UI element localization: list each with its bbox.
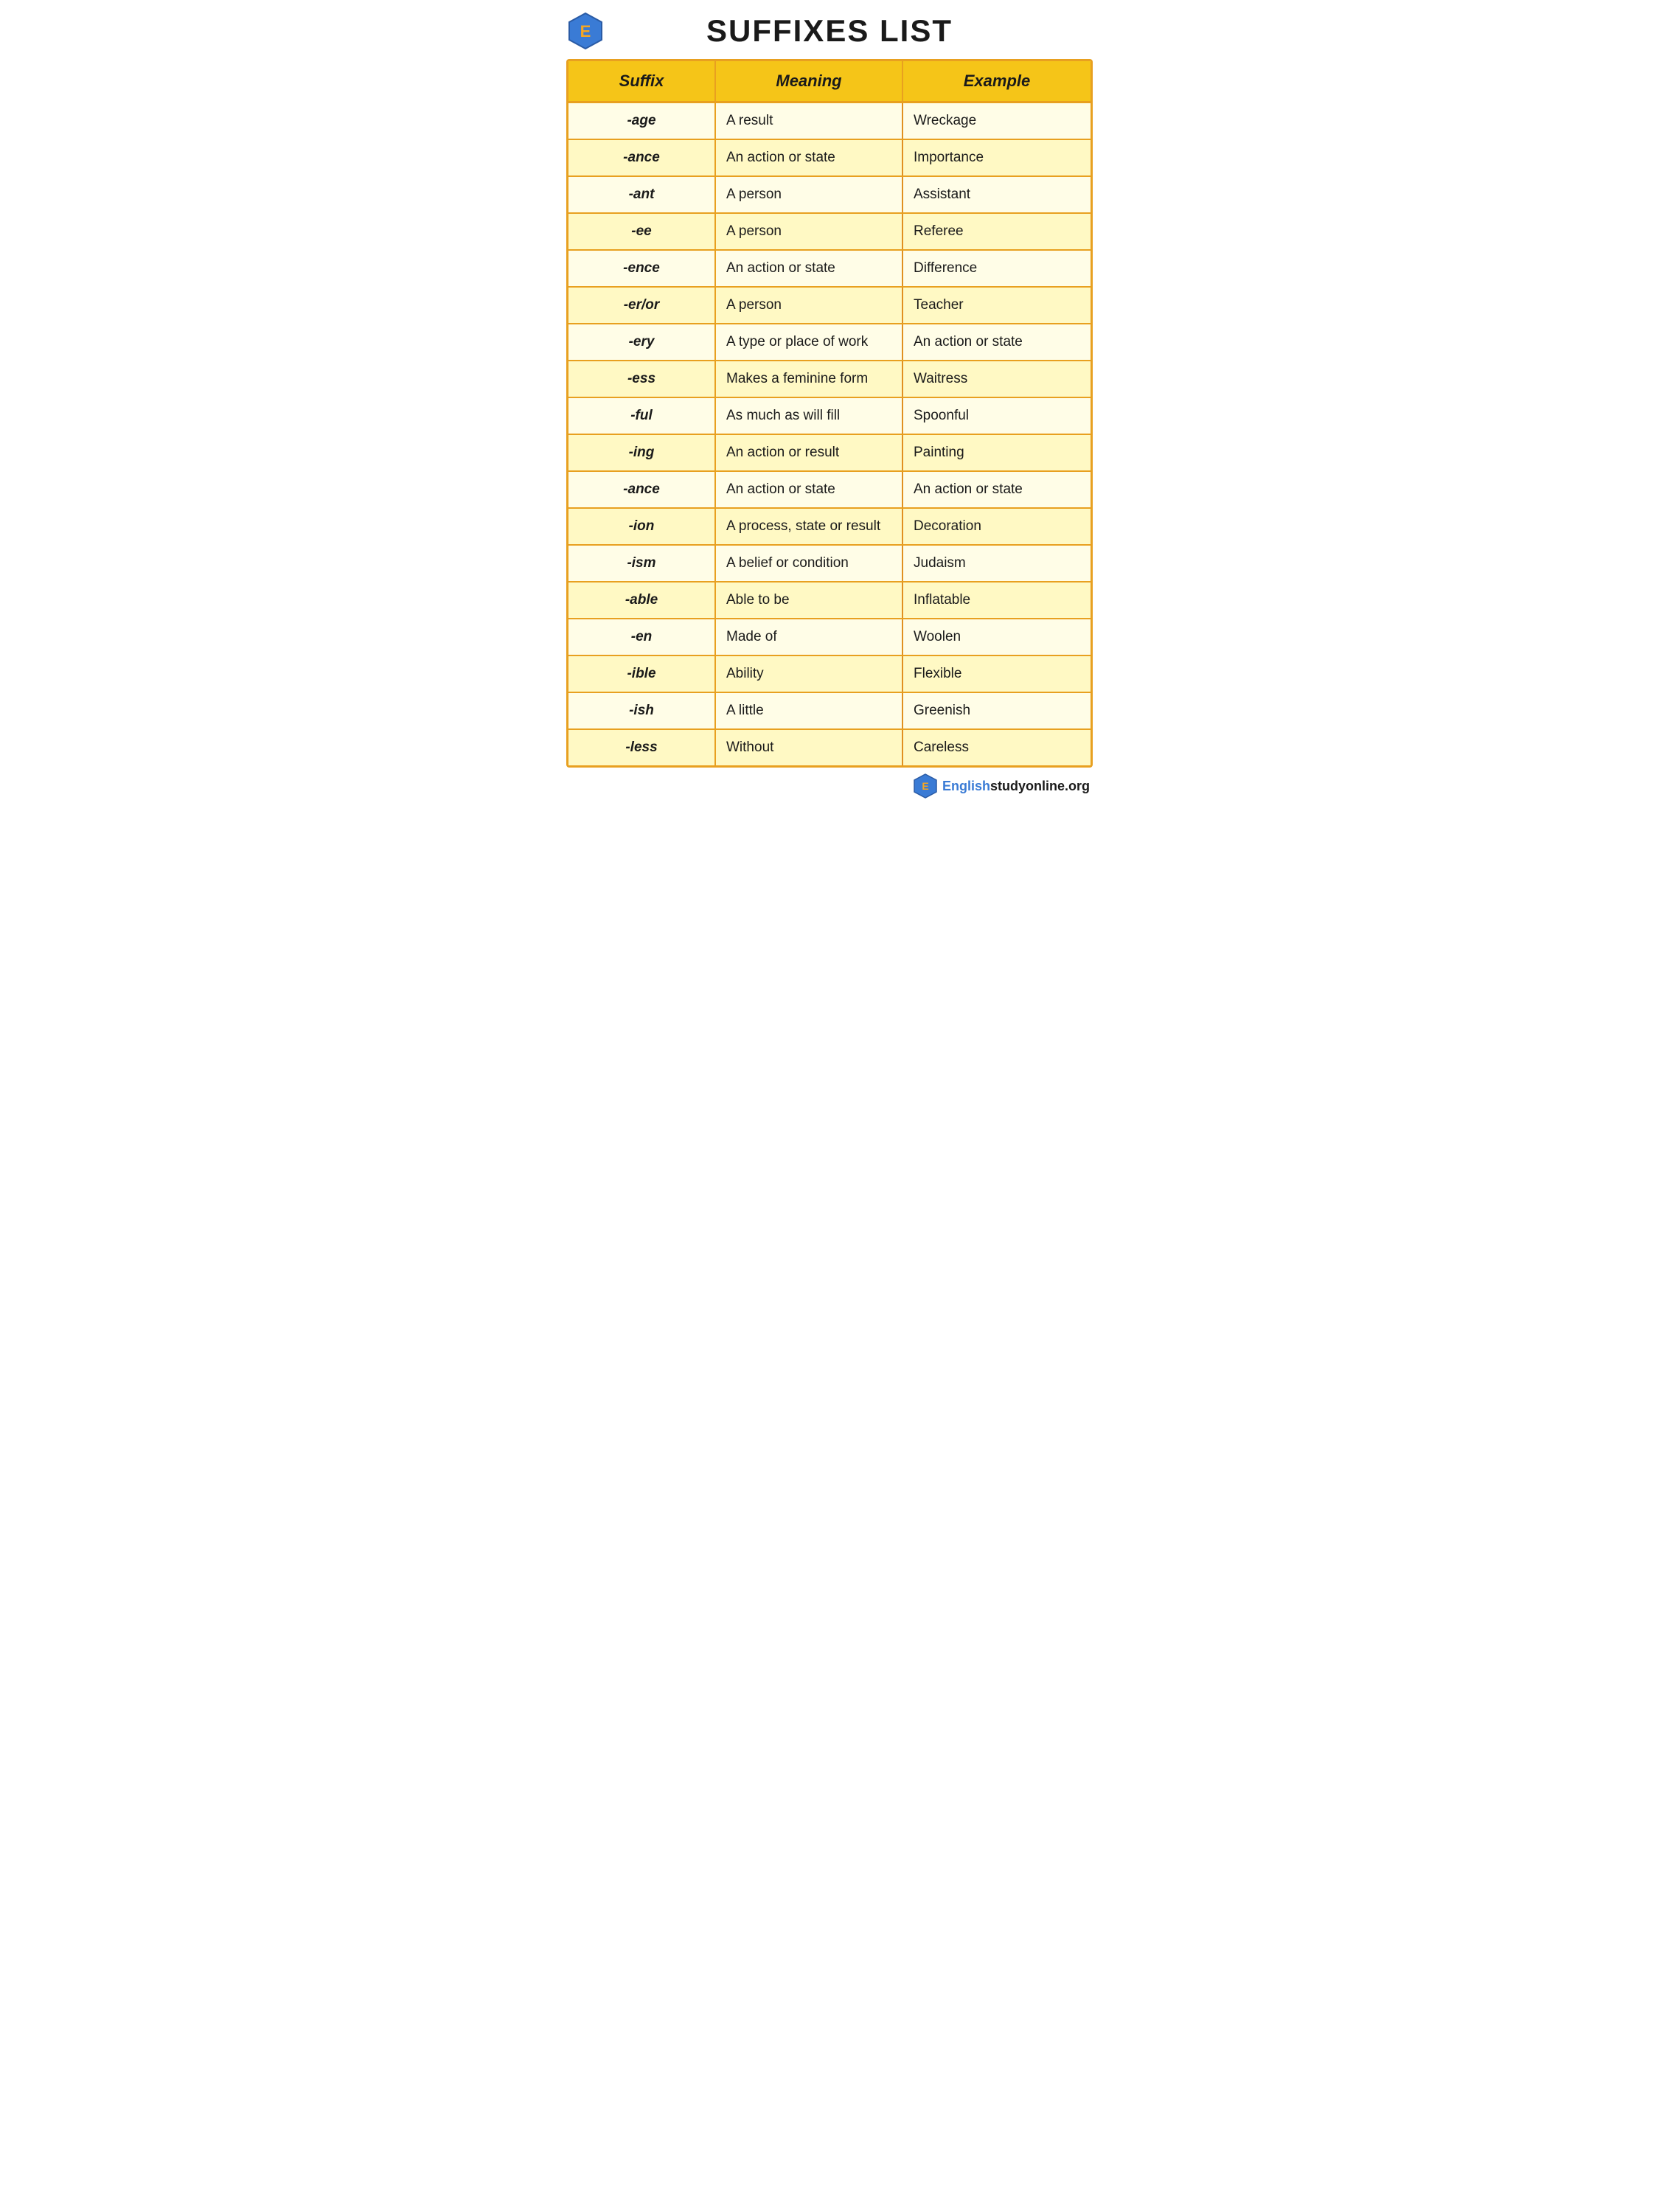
table-row: -ishA littleGreenish <box>568 693 1091 730</box>
footer-site-text: studyonline.org <box>990 779 1090 793</box>
table-row: -essMakes a feminine formWaitress <box>568 361 1091 398</box>
cell-example: Wreckage <box>903 103 1091 139</box>
cell-suffix: -ery <box>568 324 716 360</box>
cell-example: Waitress <box>903 361 1091 397</box>
suffixes-table: Suffix Meaning Example -ageA resultWreck… <box>566 59 1093 768</box>
table-row: -enceAn action or stateDifference <box>568 251 1091 288</box>
cell-suffix: -ence <box>568 251 716 286</box>
cell-example: Painting <box>903 435 1091 470</box>
cell-suffix: -less <box>568 730 716 765</box>
table-row: -fulAs much as will fillSpoonful <box>568 398 1091 435</box>
cell-meaning: A person <box>716 177 903 212</box>
cell-meaning: Without <box>716 730 903 765</box>
cell-example: Spoonful <box>903 398 1091 434</box>
cell-suffix: -ess <box>568 361 716 397</box>
table-row: -anceAn action or stateImportance <box>568 140 1091 177</box>
cell-meaning: An action or state <box>716 140 903 175</box>
table-body: -ageA resultWreckage-anceAn action or st… <box>568 103 1091 765</box>
cell-suffix: -able <box>568 582 716 618</box>
cell-example: Judaism <box>903 546 1091 581</box>
header-area: E SUFFIXES LIST <box>566 13 1093 49</box>
table-row: -enMade ofWoolen <box>568 619 1091 656</box>
cell-meaning: Able to be <box>716 582 903 618</box>
cell-meaning: An action or state <box>716 472 903 507</box>
table-row: -lessWithoutCareless <box>568 730 1091 765</box>
cell-suffix: -er/or <box>568 288 716 323</box>
cell-suffix: -ish <box>568 693 716 728</box>
footer-text-highlight: English <box>942 779 990 793</box>
table-row: -ibleAbilityFlexible <box>568 656 1091 693</box>
svg-text:E: E <box>580 22 591 41</box>
cell-suffix: -en <box>568 619 716 655</box>
cell-meaning: A result <box>716 103 903 139</box>
table-row: -ageA resultWreckage <box>568 103 1091 140</box>
cell-suffix: -ism <box>568 546 716 581</box>
cell-example: Importance <box>903 140 1091 175</box>
table-row: -antA personAssistant <box>568 177 1091 214</box>
table-row: -ismA belief or conditionJudaism <box>568 546 1091 582</box>
page-title: SUFFIXES LIST <box>706 13 953 49</box>
cell-suffix: -ant <box>568 177 716 212</box>
footer-text: Englishstudyonline.org <box>942 779 1090 794</box>
table-row: -ingAn action or resultPainting <box>568 435 1091 472</box>
cell-meaning: A little <box>716 693 903 728</box>
cell-example: Referee <box>903 214 1091 249</box>
page-wrapper: E SUFFIXES LIST Suffix Meaning Example -… <box>553 0 1106 807</box>
cell-example: Careless <box>903 730 1091 765</box>
cell-suffix: -ion <box>568 509 716 544</box>
col-example-header: Example <box>903 61 1091 101</box>
table-row: -ionA process, state or resultDecoration <box>568 509 1091 546</box>
table-row: -eryA type or place of workAn action or … <box>568 324 1091 361</box>
table-row: -eeA personReferee <box>568 214 1091 251</box>
cell-example: Greenish <box>903 693 1091 728</box>
col-meaning-header: Meaning <box>716 61 903 101</box>
logo-icon: E <box>566 12 605 50</box>
table-row: -anceAn action or stateAn action or stat… <box>568 472 1091 509</box>
cell-suffix: -ance <box>568 140 716 175</box>
table-header: Suffix Meaning Example <box>568 61 1091 103</box>
cell-meaning: A type or place of work <box>716 324 903 360</box>
svg-text:E: E <box>922 780 928 792</box>
cell-meaning: Makes a feminine form <box>716 361 903 397</box>
cell-example: Difference <box>903 251 1091 286</box>
cell-meaning: An action or result <box>716 435 903 470</box>
cell-example: An action or state <box>903 472 1091 507</box>
cell-example: Assistant <box>903 177 1091 212</box>
cell-suffix: -ance <box>568 472 716 507</box>
cell-suffix: -ee <box>568 214 716 249</box>
cell-suffix: -ing <box>568 435 716 470</box>
table-row: -er/orA personTeacher <box>568 288 1091 324</box>
cell-example: Decoration <box>903 509 1091 544</box>
cell-meaning: Made of <box>716 619 903 655</box>
cell-example: Inflatable <box>903 582 1091 618</box>
cell-meaning: A belief or condition <box>716 546 903 581</box>
cell-meaning: A person <box>716 288 903 323</box>
cell-meaning: A process, state or result <box>716 509 903 544</box>
cell-suffix: -age <box>568 103 716 139</box>
cell-example: Teacher <box>903 288 1091 323</box>
cell-example: Flexible <box>903 656 1091 692</box>
cell-example: Woolen <box>903 619 1091 655</box>
col-suffix-header: Suffix <box>568 61 716 101</box>
cell-meaning: Ability <box>716 656 903 692</box>
footer-logo: E Englishstudyonline.org <box>913 773 1090 799</box>
cell-meaning: A person <box>716 214 903 249</box>
cell-suffix: -ful <box>568 398 716 434</box>
footer-area: E Englishstudyonline.org <box>566 773 1093 799</box>
cell-example: An action or state <box>903 324 1091 360</box>
footer-icon: E <box>913 773 938 799</box>
table-row: -ableAble to beInflatable <box>568 582 1091 619</box>
cell-meaning: As much as will fill <box>716 398 903 434</box>
cell-meaning: An action or state <box>716 251 903 286</box>
cell-suffix: -ible <box>568 656 716 692</box>
